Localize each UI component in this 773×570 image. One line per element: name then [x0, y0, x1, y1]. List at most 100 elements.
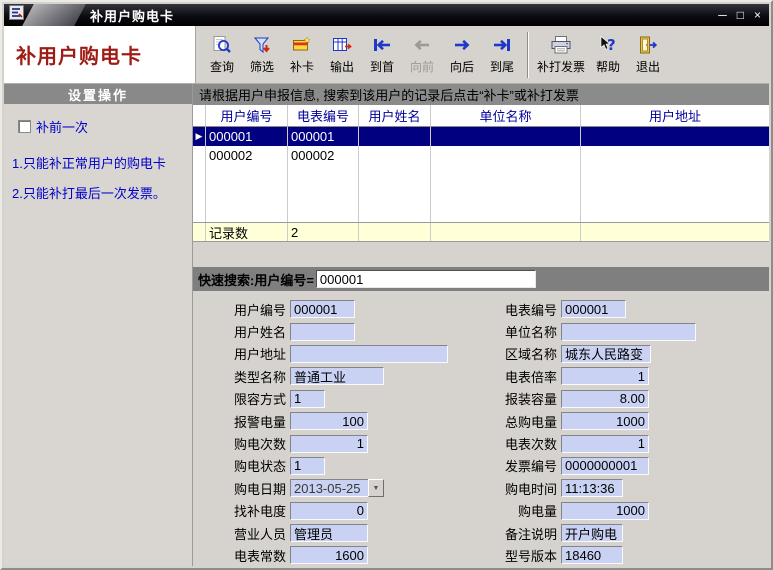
- field-label: 单位名称: [475, 322, 561, 341]
- operator-field[interactable]: 管理员: [290, 524, 368, 542]
- table-row[interactable]: 000002 000002: [193, 146, 769, 165]
- invoice-no-field[interactable]: 0000000001: [561, 457, 649, 475]
- unit-name-field[interactable]: [561, 323, 696, 341]
- export-button[interactable]: 输出: [322, 29, 362, 81]
- purchase-date-combo[interactable]: 2013-05-25 ▼: [290, 479, 384, 497]
- toolbar-separator: [527, 32, 529, 78]
- meter-no-field[interactable]: 000001: [561, 300, 626, 318]
- table-cell[interactable]: [359, 127, 431, 146]
- user-no-field[interactable]: 000001: [290, 300, 355, 318]
- button-label: 补打发票: [537, 58, 585, 75]
- table-cell[interactable]: 000001: [288, 127, 359, 146]
- model-version-field[interactable]: 18460: [561, 546, 623, 564]
- next-record-button[interactable]: 向后: [442, 29, 482, 81]
- app-window: 补用户购电卡 ─ □ × 补用户购电卡 查询 筛选 补卡: [0, 0, 773, 570]
- toolbar: 查询 筛选 补卡 输出 到首 向前: [196, 26, 769, 83]
- form-row: 区域名称 城东人民路变: [475, 343, 696, 365]
- type-name-field[interactable]: 普通工业: [290, 367, 384, 385]
- form-row: 备注说明 开户购电: [475, 522, 696, 544]
- table-cell[interactable]: [431, 127, 581, 146]
- table-cell[interactable]: [359, 146, 431, 165]
- column-header[interactable]: 单位名称: [431, 105, 581, 127]
- search-input[interactable]: [316, 270, 536, 288]
- installed-capacity-field[interactable]: 8.00: [561, 390, 649, 408]
- alarm-energy-field[interactable]: 100: [290, 412, 368, 430]
- current-row-indicator-icon: ▶: [193, 127, 206, 146]
- purchase-status-field[interactable]: 1: [290, 457, 325, 475]
- next-icon: [452, 34, 472, 56]
- user-name-field[interactable]: [290, 323, 355, 341]
- remark-field[interactable]: 开户购电: [561, 524, 623, 542]
- maximize-button[interactable]: □: [737, 9, 744, 21]
- titlebar: 补用户购电卡 ─ □ ×: [4, 4, 769, 26]
- search-icon: [212, 34, 232, 56]
- region-name-field[interactable]: 城东人民路变: [561, 345, 651, 363]
- printer-icon: [550, 34, 572, 56]
- previous-record-button[interactable]: 向前: [402, 29, 442, 81]
- form-row: 购电日期 2013-05-25 ▼: [197, 477, 448, 499]
- meter-ratio-field[interactable]: 1: [561, 367, 649, 385]
- purchase-date-value[interactable]: 2013-05-25: [290, 479, 368, 497]
- column-header[interactable]: 用户姓名: [359, 105, 431, 127]
- purchase-energy-field[interactable]: 1000: [561, 502, 649, 520]
- total-energy-field[interactable]: 1000: [561, 412, 649, 430]
- pre-previous-checkbox-row[interactable]: 补前一次: [18, 117, 192, 136]
- search-label: 快速搜索:用户编号=: [198, 270, 314, 289]
- exit-button[interactable]: 退出: [628, 29, 668, 81]
- column-header[interactable]: 用户地址: [581, 105, 769, 127]
- form-row: 购电时间 11:13:36: [475, 477, 696, 499]
- form-row: 发票编号 0000000001: [475, 455, 696, 477]
- close-button[interactable]: ×: [754, 9, 761, 21]
- reissue-card-button[interactable]: 补卡: [282, 29, 322, 81]
- table-row[interactable]: ▶ 000001 000001: [193, 127, 769, 146]
- detail-form: 用户编号 000001 用户姓名 用户地址 类型名称 普通工业 限容方式: [193, 291, 769, 566]
- form-row: 电表常数 1600: [197, 544, 448, 566]
- meter-times-field[interactable]: 1: [561, 435, 649, 453]
- first-record-button[interactable]: 到首: [362, 29, 402, 81]
- form-right-column: 电表编号 000001 单位名称 区域名称 城东人民路变 电表倍率 1 报装容量: [475, 298, 696, 567]
- column-header[interactable]: 电表编号: [288, 105, 359, 127]
- field-label: 购电日期: [197, 479, 290, 498]
- svg-text:?: ?: [607, 36, 616, 54]
- filter-button[interactable]: 筛选: [242, 29, 282, 81]
- previous-icon: [412, 34, 432, 56]
- checkbox-icon[interactable]: [18, 120, 31, 133]
- query-button[interactable]: 查询: [202, 29, 242, 81]
- column-header[interactable]: 用户编号: [206, 105, 288, 127]
- user-address-field[interactable]: [290, 345, 448, 363]
- page-title: 补用户购电卡: [16, 40, 142, 69]
- chevron-down-icon[interactable]: ▼: [368, 479, 384, 497]
- table-cell[interactable]: [581, 127, 769, 146]
- titlebar-decoration: [21, 4, 88, 26]
- reprint-invoice-button[interactable]: 补打发票: [534, 29, 588, 81]
- purchase-time-field[interactable]: 11:13:36: [561, 479, 623, 497]
- button-label: 向后: [450, 58, 474, 75]
- button-label: 到尾: [490, 58, 514, 75]
- meter-constant-field[interactable]: 1600: [290, 546, 368, 564]
- form-row: 报装容量 8.00: [475, 388, 696, 410]
- help-icon: ?: [598, 34, 618, 56]
- table-cell[interactable]: 000001: [206, 127, 288, 146]
- form-left-column: 用户编号 000001 用户姓名 用户地址 类型名称 普通工业 限容方式: [197, 298, 448, 567]
- button-label: 补卡: [290, 58, 314, 75]
- main-area: 请根据用户申报信息, 搜索到该用户的记录后点击“补卡”或补打发票 用户编号 电表…: [193, 84, 769, 566]
- checkbox-label: 补前一次: [36, 117, 88, 136]
- sidebar-note-1: 1.只能补正常用户的购电卡: [12, 156, 186, 173]
- button-label: 查询: [210, 58, 234, 75]
- limit-mode-field[interactable]: 1: [290, 390, 325, 408]
- field-label: 购电时间: [475, 479, 561, 498]
- window-title: 补用户购电卡: [90, 6, 174, 25]
- adjustment-energy-field[interactable]: 0: [290, 502, 368, 520]
- form-row: 电表倍率 1: [475, 365, 696, 387]
- last-record-button[interactable]: 到尾: [482, 29, 522, 81]
- table-cell[interactable]: [431, 146, 581, 165]
- help-button[interactable]: ? 帮助: [588, 29, 628, 81]
- minimize-button[interactable]: ─: [718, 9, 727, 21]
- field-label: 型号版本: [475, 546, 561, 565]
- table-cell[interactable]: 000002: [206, 146, 288, 165]
- purchase-times-field[interactable]: 1: [290, 435, 368, 453]
- table-cell[interactable]: [581, 146, 769, 165]
- table-cell[interactable]: 000002: [288, 146, 359, 165]
- window-controls: ─ □ ×: [718, 4, 761, 26]
- exit-icon: [638, 34, 658, 56]
